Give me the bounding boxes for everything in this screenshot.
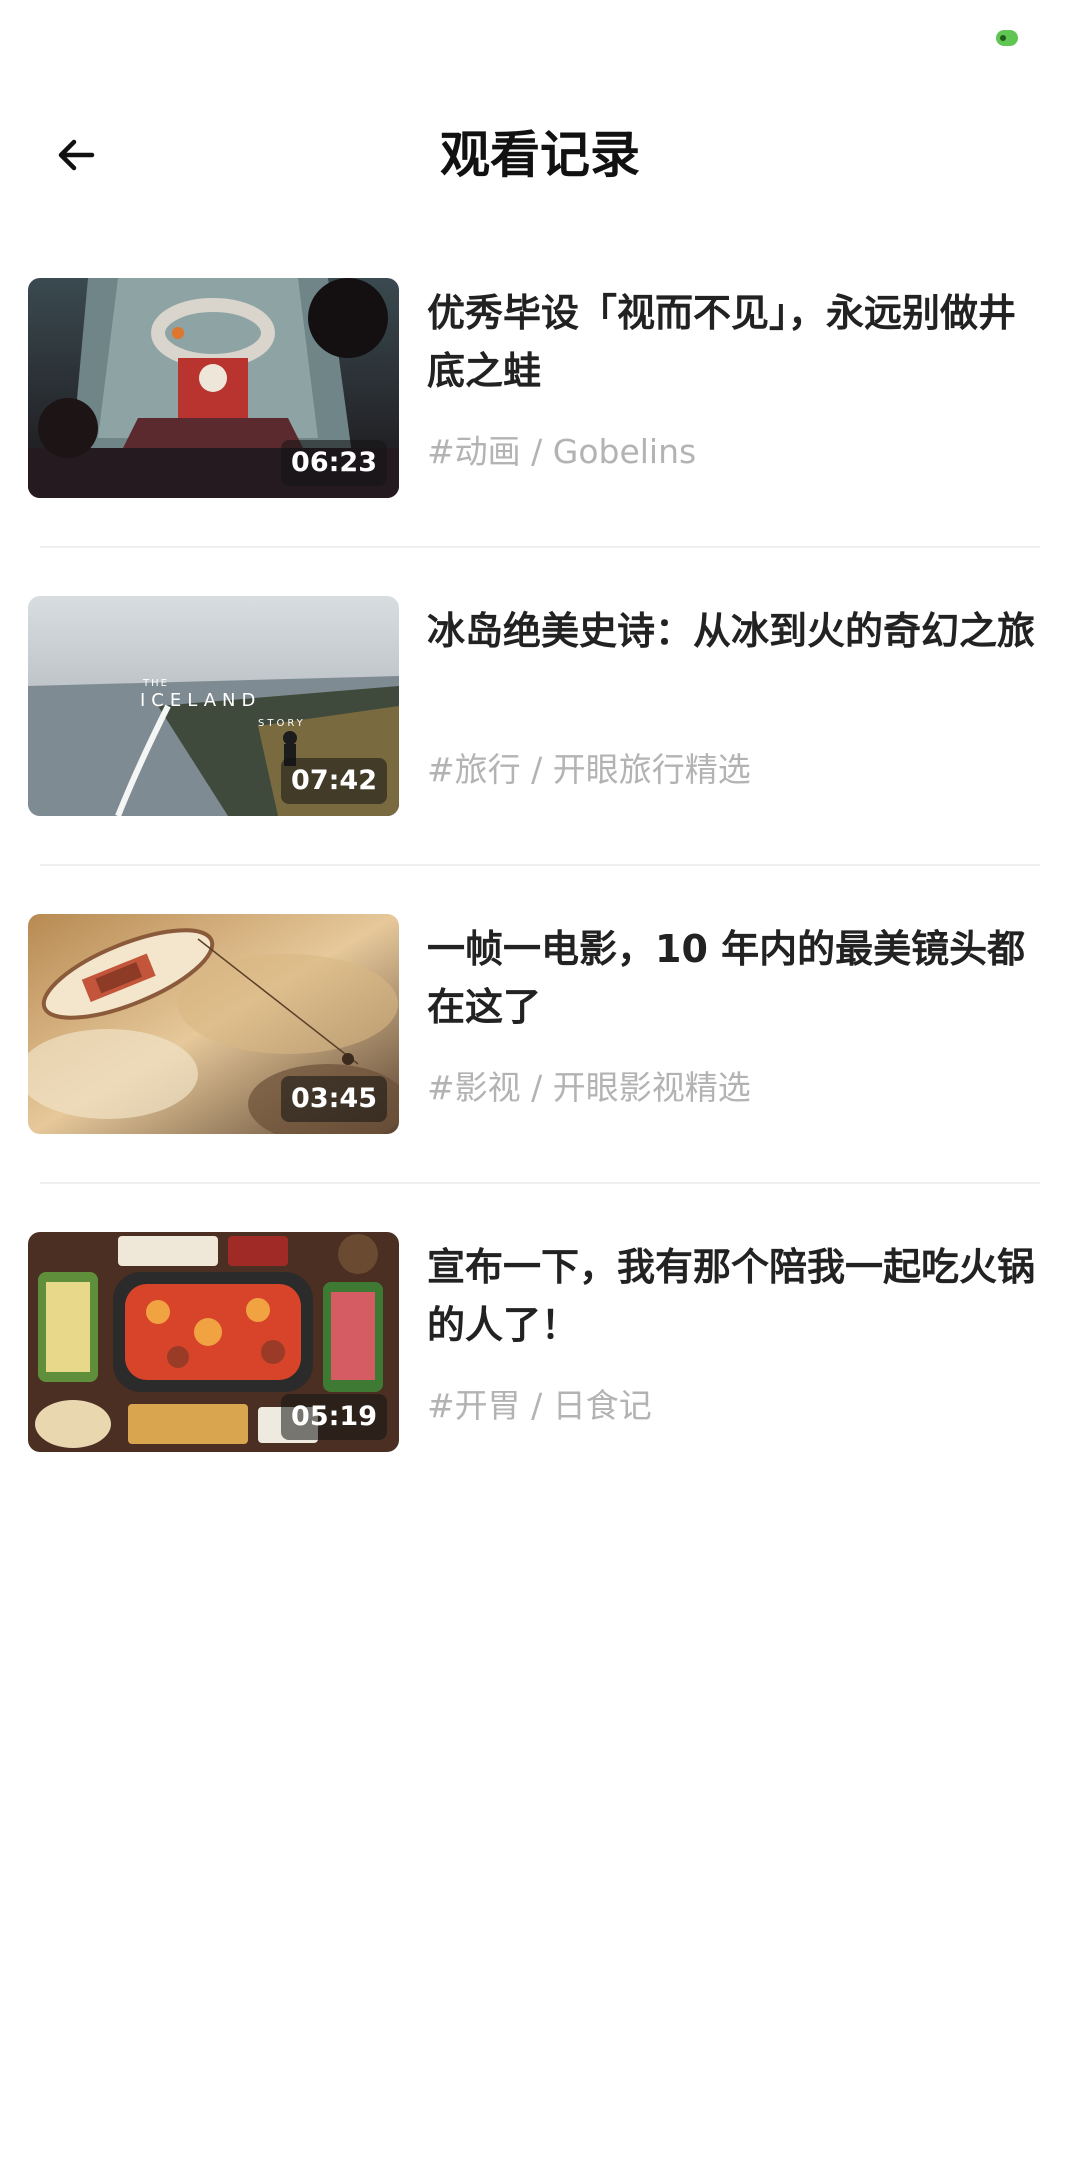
thumbnail-overlay-story: STORY [258,718,306,729]
video-duration: 05:19 [281,1394,387,1440]
video-duration: 06:23 [281,440,387,486]
thumbnail-overlay-title: ICELAND [140,690,261,711]
video-list-item[interactable]: 03:45 一帧一电影，10 年内的最美镜头都在这了 #影视 / 开眼影视精选 [0,914,1080,1232]
video-duration: 07:42 [281,758,387,804]
video-thumbnail[interactable]: THE ICELAND STORY 07:42 [28,596,399,816]
video-tags: #影视 / 开眼影视精选 [427,1068,751,1107]
video-title: 冰岛绝美史诗：从冰到火的奇幻之旅 [427,609,1036,653]
video-tags: #旅行 / 开眼旅行精选 [427,750,751,789]
video-info: 冰岛绝美史诗：从冰到火的奇幻之旅 #旅行 / 开眼旅行精选 [427,602,1037,792]
watch-history-list: 06:23 优秀毕设「视而不见」，永远别做井底之蛙 #动画 / Gobelins [0,278,1080,1550]
video-info: 一帧一电影，10 年内的最美镜头都在这了 #影视 / 开眼影视精选 [427,920,1037,1110]
status-indicator-icon [996,30,1018,46]
video-thumbnail[interactable]: 03:45 [28,914,399,1134]
video-title: 优秀毕设「视而不见」，永远别做井底之蛙 [427,291,1017,393]
video-list-item[interactable]: 06:23 优秀毕设「视而不见」，永远别做井底之蛙 #动画 / Gobelins [0,278,1080,596]
page-title: 观看记录 [440,126,640,184]
video-tags: #开胃 / 日食记 [427,1386,652,1425]
video-info: 优秀毕设「视而不见」，永远别做井底之蛙 #动画 / Gobelins [427,284,1037,474]
video-tags: #动画 / Gobelins [427,432,697,471]
divider [40,546,1040,548]
video-list-item[interactable]: 05:19 宣布一下，我有那个陪我一起吃火锅的人了！ #开胃 / 日食记 [0,1232,1080,1550]
thumbnail-overlay-the: THE [142,678,169,689]
video-info: 宣布一下，我有那个陪我一起吃火锅的人了！ #开胃 / 日食记 [427,1238,1037,1428]
video-thumbnail[interactable]: 06:23 [28,278,399,498]
status-bar [0,0,1080,80]
video-title: 宣布一下，我有那个陪我一起吃火锅的人了！ [427,1245,1036,1347]
video-title: 一帧一电影，10 年内的最美镜头都在这了 [427,927,1026,1029]
header: 观看记录 [0,110,1080,200]
divider [40,1182,1040,1184]
video-duration: 03:45 [281,1076,387,1122]
video-thumbnail[interactable]: 05:19 [28,1232,399,1452]
divider [40,864,1040,866]
video-list-item[interactable]: THE ICELAND STORY 07:42 冰岛绝美史诗：从冰到火的奇幻之旅… [0,596,1080,914]
